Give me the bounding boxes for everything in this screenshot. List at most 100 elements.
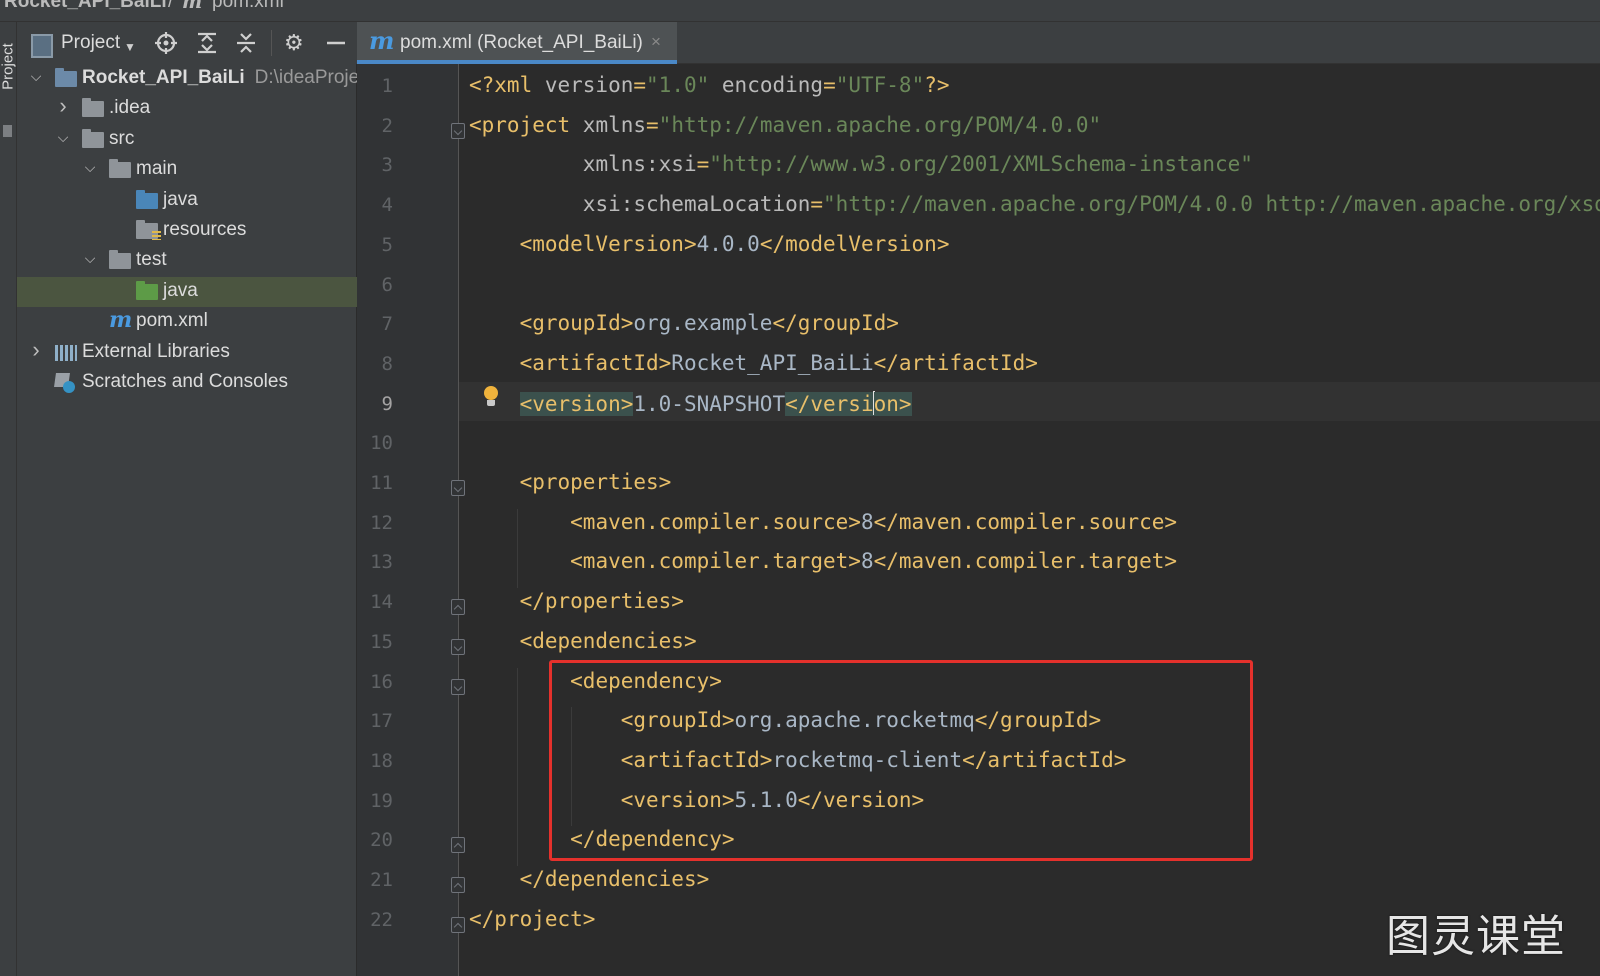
breadcrumb-separator: / bbox=[168, 0, 174, 12]
line-number: 9 bbox=[381, 392, 393, 415]
line-number: 4 bbox=[381, 194, 393, 217]
code-token: </maven.compiler.target> bbox=[873, 549, 1178, 574]
locate-icon[interactable] bbox=[154, 31, 178, 55]
breadcrumb-file[interactable]: pom.xml bbox=[212, 0, 284, 13]
breadcrumb-project[interactable]: Rocket_API_BaiLi bbox=[4, 0, 167, 13]
code-token: 1.0-SNAPSHOT bbox=[633, 391, 786, 416]
structure-tool-icon[interactable] bbox=[3, 125, 12, 137]
code-token: xsi:schemaLocation bbox=[582, 192, 811, 217]
tree-item-label: main bbox=[136, 158, 178, 180]
fold-collapse-icon[interactable] bbox=[451, 599, 465, 616]
code-token: "http://maven.apache.org/POM/4.0.0 http:… bbox=[823, 192, 1600, 217]
code-token: <version> bbox=[620, 787, 735, 812]
chevron-down-icon[interactable]: ⌵ bbox=[83, 250, 97, 267]
code-line: <project xmlns="http://maven.apache.org/… bbox=[469, 113, 1101, 137]
project-view-icon bbox=[31, 34, 53, 58]
code-token: 8 bbox=[860, 549, 874, 574]
line-number: 11 bbox=[370, 472, 393, 494]
chevron-right-icon[interactable]: › bbox=[56, 94, 70, 119]
folder-icon bbox=[55, 68, 77, 87]
gear-icon[interactable]: ⚙ bbox=[284, 31, 304, 55]
chevron-down-icon[interactable]: ⌵ bbox=[29, 68, 43, 85]
fold-collapse-icon[interactable] bbox=[451, 837, 465, 854]
code-line: <version>1.0-SNAPSHOT</version> bbox=[469, 390, 912, 416]
code-line: <version>5.1.0</version> bbox=[469, 788, 924, 812]
chevron-down-icon[interactable]: ⌵ bbox=[83, 159, 97, 176]
fold-expand-icon[interactable] bbox=[451, 480, 465, 496]
line-number: 20 bbox=[370, 829, 393, 852]
close-tab-icon[interactable]: × bbox=[651, 32, 661, 52]
code-token: </maven.compiler.source> bbox=[873, 509, 1178, 534]
code-token: <artifactId> bbox=[519, 350, 672, 375]
code-line: <?xml version="1.0" encoding="UTF-8"?> bbox=[469, 73, 950, 97]
code-token: <project bbox=[469, 112, 583, 137]
maven-file-icon: m bbox=[109, 307, 133, 334]
code-token: <dependency> bbox=[570, 668, 722, 693]
code-editor[interactable]: 1 2 3 4 5 6 7 8 9 10 11 12 13 14 15 16 17 18 19 20 21 22 <?xm… bbox=[357, 64, 1600, 976]
tree-item-resources[interactable]: resources bbox=[17, 216, 357, 246]
tree-item-label: resources bbox=[163, 219, 247, 240]
maven-file-icon: m bbox=[369, 26, 395, 55]
line-number: 7 bbox=[381, 313, 393, 336]
collapse-all-icon[interactable] bbox=[234, 31, 258, 55]
fold-expand-icon[interactable] bbox=[451, 678, 465, 695]
code-token: "1.0" bbox=[646, 73, 710, 97]
tree-item-test[interactable]: ⌵ test bbox=[17, 246, 357, 276]
indent-guide bbox=[517, 667, 518, 866]
line-number: 3 bbox=[381, 154, 393, 177]
line-number: 18 bbox=[370, 749, 393, 772]
tree-item--idea[interactable]: › .idea bbox=[17, 94, 357, 124]
project-tool-window-button[interactable]: Project bbox=[0, 31, 17, 103]
tree-item-src[interactable]: ⌵ src bbox=[17, 125, 357, 155]
maven-file-icon: m bbox=[182, 0, 203, 13]
line-number: 12 bbox=[370, 511, 393, 534]
tree-item-java[interactable]: java bbox=[17, 186, 357, 216]
code-token: = bbox=[646, 112, 659, 137]
tree-item-java[interactable]: java bbox=[17, 276, 357, 307]
code-token: "UTF-8" bbox=[835, 73, 925, 97]
chevron-down-icon[interactable]: ⌵ bbox=[56, 129, 70, 146]
fold-expand-icon[interactable] bbox=[451, 122, 465, 139]
tree-item-external-libraries[interactable]: › External Libraries bbox=[17, 338, 357, 368]
expand-all-icon[interactable] bbox=[195, 31, 219, 55]
fold-collapse-icon[interactable] bbox=[451, 877, 465, 893]
code-token: 8 bbox=[860, 509, 874, 534]
folder-icon bbox=[136, 280, 158, 300]
fold-expand-icon[interactable] bbox=[451, 638, 465, 655]
tree-item-label: src bbox=[109, 127, 135, 149]
code-token: </modelVersion> bbox=[759, 231, 950, 256]
indent-guide bbox=[517, 508, 518, 589]
code-token: rocketmq-client bbox=[772, 747, 963, 772]
project-panel: Project ▼ ⚙ ⌵ Rocket_API_BaiLi D:\ideaProj… bbox=[17, 22, 357, 976]
line-number: 5 bbox=[381, 233, 393, 256]
tree-item-rocket-api-baili[interactable]: ⌵ Rocket_API_BaiLi D:\ideaProje bbox=[17, 64, 357, 94]
fold-collapse-icon[interactable] bbox=[451, 916, 465, 933]
minimize-icon[interactable] bbox=[326, 31, 346, 55]
chevron-right-icon[interactable]: › bbox=[29, 338, 43, 363]
code-line: <groupId>org.apache.rocketmq</groupId> bbox=[469, 708, 1101, 732]
tree-item-main[interactable]: ⌵ main bbox=[17, 155, 357, 185]
line-number: 1 bbox=[381, 75, 393, 97]
code-token: = bbox=[810, 192, 824, 217]
chevron-down-icon[interactable]: ▼ bbox=[124, 35, 136, 59]
code-token: </version> bbox=[797, 787, 925, 812]
tree-item-pom-xml[interactable]: m pom.xml bbox=[17, 307, 357, 337]
code-token: <maven.compiler.source> bbox=[570, 509, 861, 534]
code-line: <maven.compiler.source>8</maven.compiler… bbox=[469, 510, 1177, 534]
folder-icon bbox=[109, 159, 131, 179]
line-number: 8 bbox=[381, 352, 393, 375]
code-token: = bbox=[823, 73, 836, 97]
tab-pom-xml[interactable]: m pom.xml (Rocket_API_BaiLi) × bbox=[357, 22, 677, 64]
project-view-selector[interactable]: Project bbox=[61, 31, 120, 55]
code-line: </dependencies> bbox=[469, 867, 710, 891]
tree-item-scratches-and-consoles[interactable]: Scratches and Consoles bbox=[17, 368, 357, 398]
